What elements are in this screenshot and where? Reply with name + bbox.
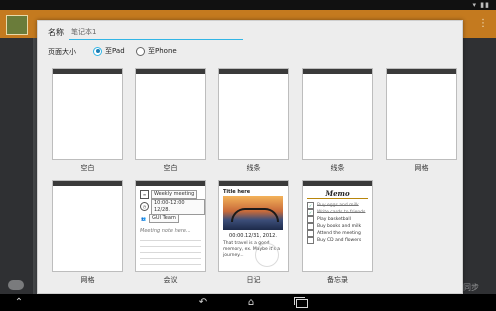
- status-bar: ▾ ▮▮: [0, 0, 496, 10]
- memo-item-text: Attend the meeting: [317, 230, 361, 236]
- notebook-binding: [303, 181, 372, 186]
- memo-item-text: Buy eggs and milk: [317, 202, 359, 208]
- size-option-pad[interactable]: 至Pad: [93, 45, 125, 57]
- stamp-icon: [255, 243, 279, 267]
- people-icon: 👥: [141, 216, 146, 221]
- memo-item: ✓ Write cards to friends: [307, 208, 366, 216]
- cloud-icon[interactable]: [8, 280, 24, 290]
- template-thumbnail: [302, 68, 373, 160]
- keyboard-hide-icon[interactable]: ⌃: [12, 296, 26, 309]
- notebook-binding: [136, 69, 205, 74]
- template-thumbnail: [386, 68, 457, 160]
- notebook-binding: [136, 181, 205, 186]
- status-icons: ▾ ▮▮: [472, 1, 490, 9]
- size-option-phone[interactable]: 至Phone: [136, 45, 177, 57]
- radio-selected-icon: [93, 46, 102, 56]
- page-size-row: 页面大小 至Pad 至Phone: [38, 43, 462, 59]
- memo-title: Memo: [325, 189, 350, 198]
- checkbox-icon: [307, 229, 314, 237]
- app-logo-icon: [6, 15, 28, 35]
- notebook-binding: [53, 181, 122, 186]
- template-thumbnail: [135, 68, 206, 160]
- template-label: 网格: [80, 276, 95, 284]
- background-right-panel: [461, 38, 496, 294]
- memo-item-text: Buy books and milk: [317, 223, 362, 229]
- name-row: 名称: [38, 21, 462, 43]
- memo-item: Attend the meeting: [307, 229, 361, 237]
- template-label: 空白: [163, 164, 178, 172]
- memo-divider: [307, 198, 368, 199]
- radio-unselected-icon: [136, 46, 145, 56]
- new-notebook-dialog: 名称 页面大小 至Pad 至Phone 空白 空白 线条: [37, 20, 463, 294]
- notebook-binding: [219, 181, 288, 186]
- size-option-label: 至Phone: [148, 47, 177, 55]
- ruled-lines: [140, 235, 201, 269]
- memo-item-text: Write cards to friends: [317, 209, 366, 215]
- template-thumbnail: ≡ Weekly meeting ◷ 10:00-12:00 12/28. 👥 …: [135, 180, 206, 272]
- background-left-panel: [0, 38, 33, 294]
- overflow-menu-icon[interactable]: ⋮: [478, 18, 488, 29]
- template-thumbnail: [52, 68, 123, 160]
- meeting-team-row: 👥 GUI Team: [140, 214, 179, 223]
- template-thumbnail: Memo ✓ Buy eggs and milk ✓ Write cards t…: [302, 180, 373, 272]
- diary-title: Title here: [223, 189, 251, 195]
- template-thumbnail: [52, 180, 123, 272]
- template-label: 日记: [246, 276, 261, 284]
- notebook-binding: [219, 69, 288, 74]
- template-label: 线条: [246, 164, 261, 172]
- template-label: 会议: [163, 276, 178, 284]
- memo-item-text: Buy CD and flowers: [317, 237, 362, 243]
- name-label: 名称: [48, 28, 64, 37]
- meeting-time: 10:00-12:00 12/28.: [150, 198, 205, 215]
- back-icon[interactable]: ↶: [196, 296, 210, 309]
- clock-icon: ◷: [140, 202, 149, 211]
- meeting-team: GUI Team: [149, 214, 179, 223]
- memo-item: Play basketball: [307, 215, 351, 223]
- memo-item: Buy books and milk: [307, 222, 362, 230]
- template-thumbnail: [218, 68, 289, 160]
- memo-item: ✓ Buy eggs and milk: [307, 201, 359, 209]
- recent-apps-icon[interactable]: [294, 297, 308, 308]
- home-icon[interactable]: ⌂: [244, 296, 258, 309]
- page-size-label: 页面大小: [48, 48, 76, 56]
- checkbox-checked-icon: ✓: [307, 208, 314, 216]
- notebook-name-input[interactable]: [69, 25, 243, 40]
- document-icon: ≡: [140, 190, 149, 199]
- checkbox-icon: [307, 222, 314, 230]
- diary-photo: [223, 196, 283, 230]
- system-navigation-bar: ⌃ ↶ ⌂: [0, 294, 496, 311]
- meeting-time-row: ◷ 10:00-12:00 12/28.: [140, 198, 205, 215]
- template-label: 网格: [414, 164, 429, 172]
- meeting-note-placeholder: Meeting note here...: [140, 228, 191, 234]
- memo-item-text: Play basketball: [317, 216, 351, 222]
- diary-date: 00:00.12/31, 2012.: [229, 233, 277, 239]
- template-thumbnail: Title here 00:00.12/31, 2012. That trave…: [218, 180, 289, 272]
- notebook-binding: [387, 69, 456, 74]
- checkbox-icon: [307, 236, 314, 244]
- notebook-binding: [303, 69, 372, 74]
- template-label: 备忘录: [327, 276, 348, 284]
- checkbox-checked-icon: ✓: [307, 201, 314, 209]
- size-option-label: 至Pad: [105, 47, 125, 55]
- template-label: 线条: [330, 164, 345, 172]
- notebook-binding: [53, 69, 122, 74]
- template-label: 空白: [80, 164, 95, 172]
- checkbox-icon: [307, 215, 314, 223]
- sync-label[interactable]: 同步: [463, 282, 479, 293]
- bridge-image-icon: [231, 208, 279, 222]
- memo-item: Buy CD and flowers: [307, 236, 362, 244]
